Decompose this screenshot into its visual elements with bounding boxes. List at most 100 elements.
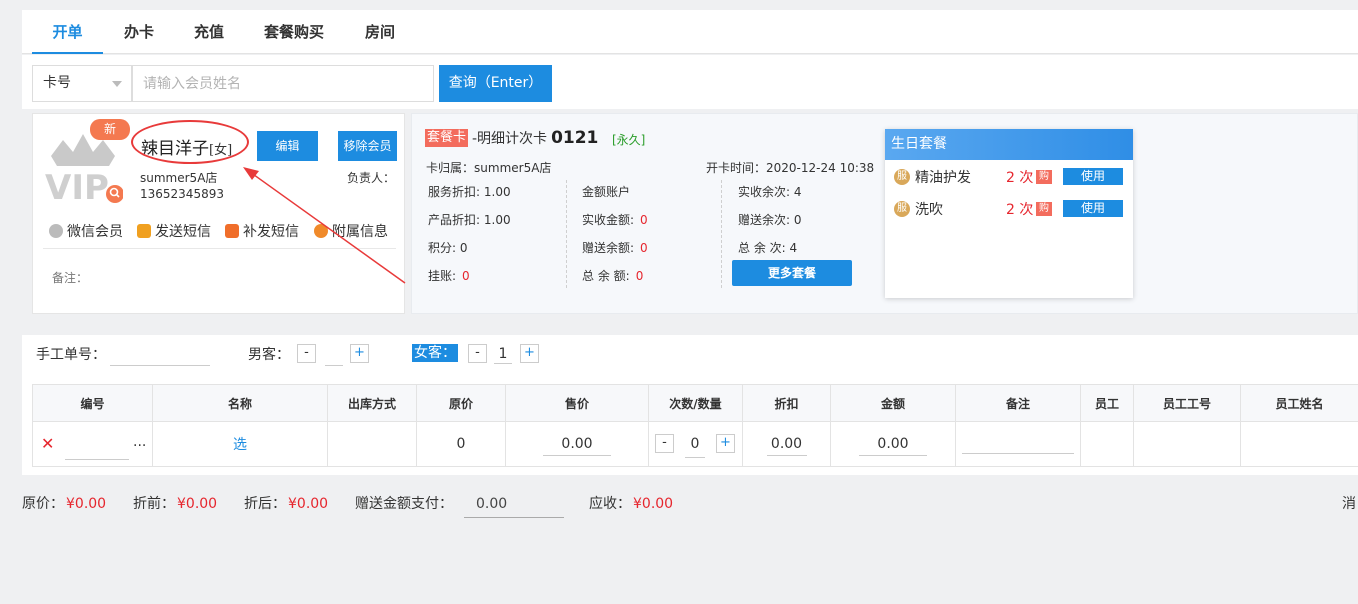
birthday-item-name: 精油护发	[915, 170, 971, 186]
sale-price-input[interactable]: 0.00	[543, 432, 611, 456]
buy-icon[interactable]: 购	[1036, 170, 1052, 184]
total-balance: 总 余 额: 0	[582, 267, 643, 284]
table-row: ✕ ... 选 0 0.00 - 0 + 0.00 0.00	[32, 421, 1358, 467]
actual-times-value: 4	[793, 185, 802, 199]
birthday-item-count: 2 次	[1006, 202, 1034, 218]
female-count-input[interactable]: 1	[494, 344, 512, 364]
open-time-value: 2020-12-24 10:38	[766, 161, 875, 175]
store-value: summer5A店	[474, 161, 552, 175]
item-code-cell: ✕ ...	[32, 421, 153, 467]
more-packages-button[interactable]: 更多套餐	[732, 260, 852, 286]
birthday-item-name: 洗吹	[915, 202, 943, 218]
gift-balance-label: 赠送余额:	[582, 241, 635, 255]
total-times: 总 余 次: 4	[738, 239, 797, 256]
after-discount-total: 折后： ¥0.00	[244, 493, 328, 513]
buy-icon[interactable]: 购	[1036, 202, 1052, 216]
divider	[566, 180, 567, 288]
item-code-input[interactable]	[65, 436, 129, 460]
service-discount-value: 1.00	[483, 185, 511, 199]
gift-pay-input[interactable]: 0.00	[464, 490, 564, 518]
owner-label: 负责人：	[347, 171, 396, 185]
highlight-oval	[131, 120, 249, 164]
tab-room[interactable]: 房间	[355, 10, 405, 54]
female-plus-button[interactable]: +	[520, 344, 539, 363]
use-button[interactable]: 使用	[1063, 200, 1123, 217]
qty-input[interactable]: 0	[685, 434, 705, 458]
qty-plus-button[interactable]: +	[716, 434, 735, 453]
send-sms-link[interactable]: 发送短信	[137, 221, 211, 241]
remark-label: 备注：	[52, 271, 89, 285]
total-balance-value: 0	[635, 269, 644, 283]
female-guest-label: 女客：	[412, 344, 458, 362]
before-discount-total: 折前： ¥0.00	[133, 493, 217, 513]
product-discount-label: 产品折扣:	[428, 213, 481, 227]
amount-due-value: ¥0.00	[633, 496, 674, 512]
birthday-package-title: 生日套餐	[885, 129, 1133, 160]
package-tag: 套餐卡	[425, 129, 469, 147]
service-icon: 服	[894, 169, 910, 185]
column-header: 员工工号	[1133, 384, 1241, 422]
search-type-select[interactable]: 卡号	[32, 65, 132, 102]
query-button[interactable]: 查询（Enter）	[439, 65, 552, 102]
male-minus-button[interactable]: -	[297, 344, 316, 363]
resend-sms-link[interactable]: 补发短信	[225, 221, 299, 241]
extra-info-link[interactable]: 附属信息	[314, 221, 388, 241]
staff-cell[interactable]	[1080, 421, 1134, 467]
open-time-label: 开卡时间：	[706, 161, 767, 175]
staff-id-cell[interactable]	[1133, 421, 1241, 467]
amount-due-label: 应收：	[589, 496, 631, 512]
qty-minus-button[interactable]: -	[655, 434, 674, 453]
column-header: 备注	[955, 384, 1081, 422]
member-phone: 13652345893	[140, 187, 224, 201]
wechat-member-label: 微信会员	[67, 224, 123, 240]
discount-input[interactable]: 0.00	[766, 432, 807, 456]
top-tab-bar: 开单 办卡 充值 套餐购买 房间	[22, 10, 1358, 54]
points-value: 0	[459, 241, 468, 255]
amount-cell: 0.00	[830, 421, 956, 467]
gift-balance: 赠送余额: 0	[582, 239, 648, 256]
amount-account-label: 金额账户	[582, 185, 631, 199]
tab-package-buy[interactable]: 套餐购买	[254, 10, 334, 54]
female-minus-button[interactable]: -	[468, 344, 487, 363]
use-button[interactable]: 使用	[1063, 168, 1123, 185]
column-header: 次数/数量	[648, 384, 743, 422]
quantity-cell: - 0 +	[648, 421, 743, 467]
tab-recharge[interactable]: 充值	[184, 10, 234, 54]
product-discount-value: 1.00	[483, 213, 511, 227]
points: 积分: 0	[428, 239, 468, 256]
edit-button[interactable]: 编辑	[257, 131, 318, 161]
total-times-value: 4	[789, 241, 798, 255]
tab-card[interactable]: 办卡	[114, 10, 164, 54]
staff-name-cell[interactable]	[1240, 421, 1358, 467]
column-header: 名称	[152, 384, 328, 422]
gift-pay-label: 赠送金额支付：	[355, 496, 453, 512]
member-name-input[interactable]	[132, 65, 434, 102]
service-icon: 服	[894, 201, 910, 217]
delete-icon[interactable]: ✕	[41, 434, 54, 453]
right-truncated-label: 消	[1342, 496, 1356, 512]
male-count-input[interactable]	[325, 346, 343, 366]
remove-member-button[interactable]: 移除会员	[338, 131, 397, 161]
amount-input[interactable]: 0.00	[859, 432, 927, 456]
orig-total-label: 原价：	[22, 496, 64, 512]
tab-open-order[interactable]: 开单	[32, 10, 103, 54]
gift-times-value: 0	[793, 213, 802, 227]
order-items-table: 编号 名称 出库方式 原价 售价 次数/数量 折扣 金额 备注 员工 员工工号 …	[32, 384, 1358, 467]
package-name: -明细计次卡	[472, 131, 548, 147]
more-icon[interactable]: ...	[133, 434, 146, 450]
select-item-link[interactable]: 选	[152, 421, 328, 467]
service-discount: 服务折扣: 1.00	[428, 183, 511, 200]
store-label: 卡归属：	[426, 161, 475, 175]
manual-no-input[interactable]	[110, 346, 210, 366]
remark-input[interactable]	[962, 430, 1074, 454]
column-header: 出库方式	[327, 384, 417, 422]
send-sms-label: 发送短信	[155, 224, 211, 240]
column-header: 原价	[416, 384, 506, 422]
actual-balance-label: 实收金额:	[582, 213, 635, 227]
chevron-down-icon	[112, 81, 122, 87]
orig-price-cell: 0	[416, 421, 506, 467]
wechat-member-link[interactable]: 微信会员	[49, 221, 123, 241]
male-plus-button[interactable]: +	[350, 344, 369, 363]
orig-total-value: ¥0.00	[66, 496, 107, 512]
search-bar: 卡号 查询（Enter）	[22, 55, 1358, 109]
